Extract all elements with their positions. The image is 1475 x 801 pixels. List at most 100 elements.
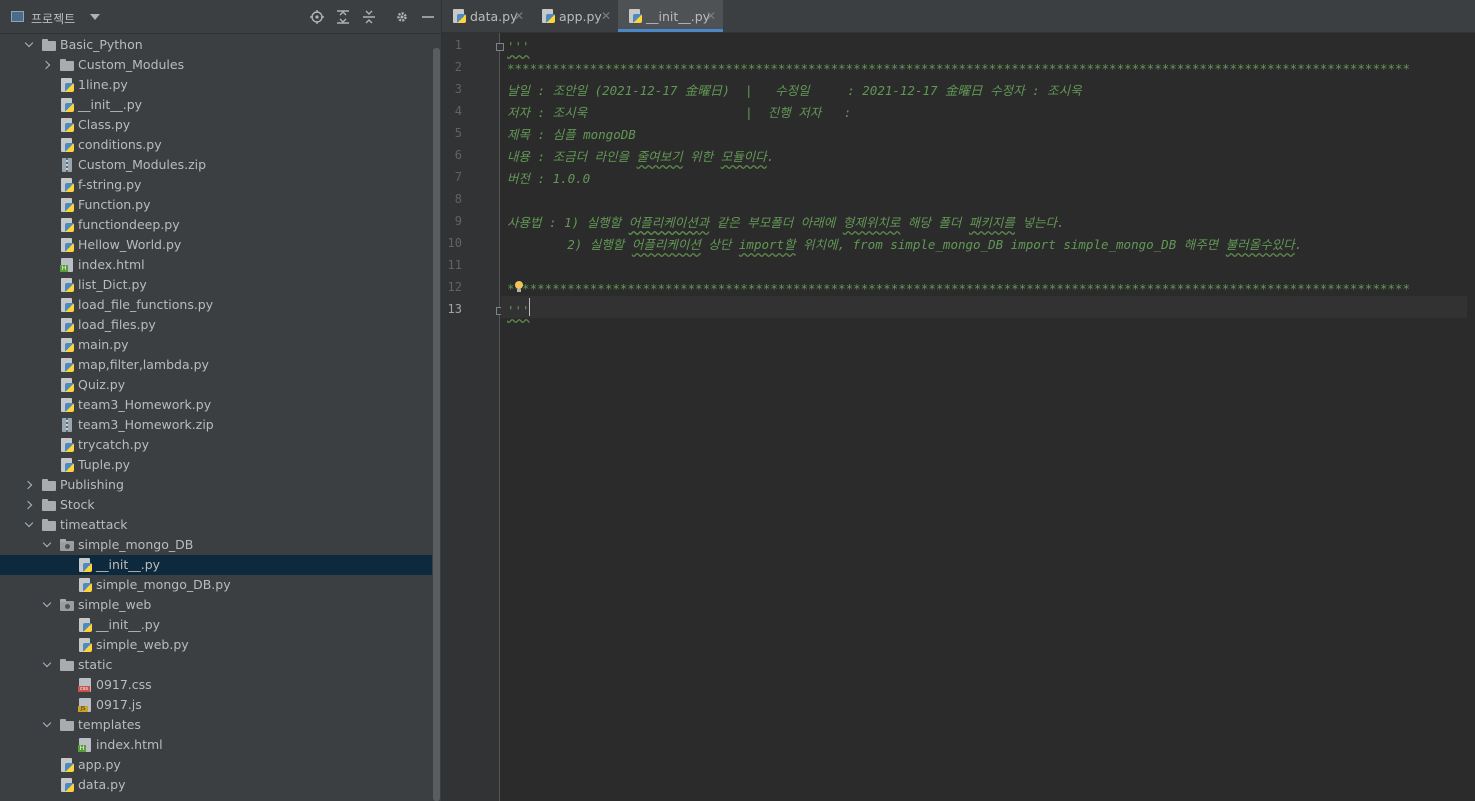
tab-init-py[interactable]: __init__.py ✕: [618, 0, 723, 32]
line-number: 13: [447, 302, 462, 316]
code-line: ****************************************…: [507, 61, 1411, 76]
tree-file[interactable]: Tuple.py: [0, 455, 432, 475]
tree-file[interactable]: conditions.py: [0, 135, 432, 155]
zip-file-icon: [60, 158, 74, 172]
minimize-icon[interactable]: [420, 8, 436, 26]
tree-file[interactable]: app.py: [0, 755, 432, 775]
editor-scrollbar[interactable]: [1467, 33, 1475, 801]
tree-file[interactable]: Class.py: [0, 115, 432, 135]
chevron-down-icon[interactable]: [42, 595, 54, 615]
tree-file[interactable]: 0917.js: [0, 695, 432, 715]
line-number-gutter[interactable]: 1 2 3 4 5 6 7 8 9 10 11 12 13: [442, 33, 504, 801]
line-number: 3: [454, 82, 462, 96]
tree-folder[interactable]: Publishing: [0, 475, 432, 495]
tree-file[interactable]: __init__.py: [0, 95, 432, 115]
python-file-icon: [60, 178, 74, 192]
tree-item-label: Stock: [60, 497, 95, 512]
tree-folder[interactable]: static: [0, 655, 432, 675]
gear-icon[interactable]: [394, 8, 410, 26]
tab-label: __init__.py: [646, 9, 711, 24]
python-file-icon: [628, 9, 642, 23]
tree-item-label: simple_mongo_DB.py: [96, 577, 231, 592]
tree-file[interactable]: team3_Homework.py: [0, 395, 432, 415]
folder-icon: [60, 718, 74, 732]
tree-item-label: index.html: [78, 257, 145, 272]
tree-file[interactable]: __init__.py: [0, 615, 432, 635]
tree-file[interactable]: Quiz.py: [0, 375, 432, 395]
line-number: 8: [454, 192, 462, 206]
text-caret: [529, 298, 530, 316]
package-icon: [60, 538, 74, 552]
python-file-icon: [60, 98, 74, 112]
python-file-icon: [60, 298, 74, 312]
tree-item-label: Basic_Python: [60, 37, 143, 52]
code-line: 2) 실행할 어플리케이션 상단 import할 위치에, from simpl…: [507, 237, 1303, 252]
python-file-icon: [60, 78, 74, 92]
chevron-down-icon[interactable]: [24, 35, 36, 55]
tree-folder[interactable]: simple_mongo_DB: [0, 535, 432, 555]
tree-folder[interactable]: templates: [0, 715, 432, 735]
code-line: ****************************************…: [507, 281, 1411, 296]
line-number: 6: [454, 148, 462, 162]
tree-file[interactable]: functiondeep.py: [0, 215, 432, 235]
collapse-all-icon[interactable]: [361, 8, 377, 26]
close-icon[interactable]: ✕: [601, 0, 611, 33]
tree-file[interactable]: index.html: [0, 735, 432, 755]
chevron-down-icon[interactable]: [42, 715, 54, 735]
line-number: 11: [447, 258, 462, 272]
tree-folder[interactable]: Custom_Modules: [0, 55, 432, 75]
project-scrollbar-thumb[interactable]: [433, 48, 440, 801]
locate-icon[interactable]: [309, 8, 325, 26]
code-editor[interactable]: ''' *************************************…: [501, 33, 1467, 801]
close-icon[interactable]: ✕: [706, 0, 716, 33]
python-file-icon: [78, 638, 92, 652]
package-icon: [60, 598, 74, 612]
chevron-right-icon[interactable]: [24, 495, 36, 515]
project-panel-title[interactable]: 프로젝트: [31, 10, 75, 27]
code-line: ''': [507, 303, 530, 318]
lightbulb-icon[interactable]: [514, 281, 524, 293]
tab-app-py[interactable]: app.py ✕: [531, 0, 617, 32]
project-panel-header: 프로젝트: [0, 0, 441, 34]
tree-file[interactable]: map,filter,lambda.py: [0, 355, 432, 375]
tree-file[interactable]: 0917.css: [0, 675, 432, 695]
tree-folder[interactable]: simple_web: [0, 595, 432, 615]
code-line: 제목 : 심플 mongoDB: [507, 127, 636, 142]
tree-file[interactable]: team3_Homework.zip: [0, 415, 432, 435]
line-number: 1: [454, 38, 462, 52]
tree-folder[interactable]: Basic_Python: [0, 35, 432, 55]
project-panel: 프로젝트 Basic_Python Custom_Modules 1line.py _…: [0, 0, 441, 801]
line-number: 2: [454, 60, 462, 74]
chevron-down-icon[interactable]: [90, 14, 100, 20]
tree-file[interactable]: __init__.py: [0, 555, 432, 575]
close-icon[interactable]: ✕: [514, 0, 524, 33]
chevron-down-icon[interactable]: [24, 515, 36, 535]
tree-folder[interactable]: Stock: [0, 495, 432, 515]
chevron-down-icon[interactable]: [42, 535, 54, 555]
tree-file[interactable]: simple_mongo_DB.py: [0, 575, 432, 595]
tree-file[interactable]: main.py: [0, 335, 432, 355]
expand-all-icon[interactable]: [335, 8, 351, 26]
tree-file[interactable]: trycatch.py: [0, 435, 432, 455]
tree-file[interactable]: data.py: [0, 775, 432, 795]
tree-file[interactable]: f-string.py: [0, 175, 432, 195]
tab-data-py[interactable]: data.py ✕: [442, 0, 530, 32]
tree-folder[interactable]: timeattack: [0, 515, 432, 535]
tree-file[interactable]: index.html: [0, 255, 432, 275]
tree-file[interactable]: Function.py: [0, 195, 432, 215]
tree-file[interactable]: Custom_Modules.zip: [0, 155, 432, 175]
python-file-icon: [60, 398, 74, 412]
tree-item-label: list_Dict.py: [78, 277, 147, 292]
folder-icon: [60, 58, 74, 72]
chevron-right-icon[interactable]: [24, 475, 36, 495]
tree-item-label: __init__.py: [96, 557, 161, 572]
tree-file[interactable]: list_Dict.py: [0, 275, 432, 295]
tree-file[interactable]: load_files.py: [0, 315, 432, 335]
tree-file[interactable]: simple_web.py: [0, 635, 432, 655]
python-file-icon: [60, 218, 74, 232]
chevron-down-icon[interactable]: [42, 655, 54, 675]
tree-file[interactable]: 1line.py: [0, 75, 432, 95]
tree-file[interactable]: load_file_functions.py: [0, 295, 432, 315]
chevron-right-icon[interactable]: [42, 55, 54, 75]
tree-file[interactable]: Hellow_World.py: [0, 235, 432, 255]
